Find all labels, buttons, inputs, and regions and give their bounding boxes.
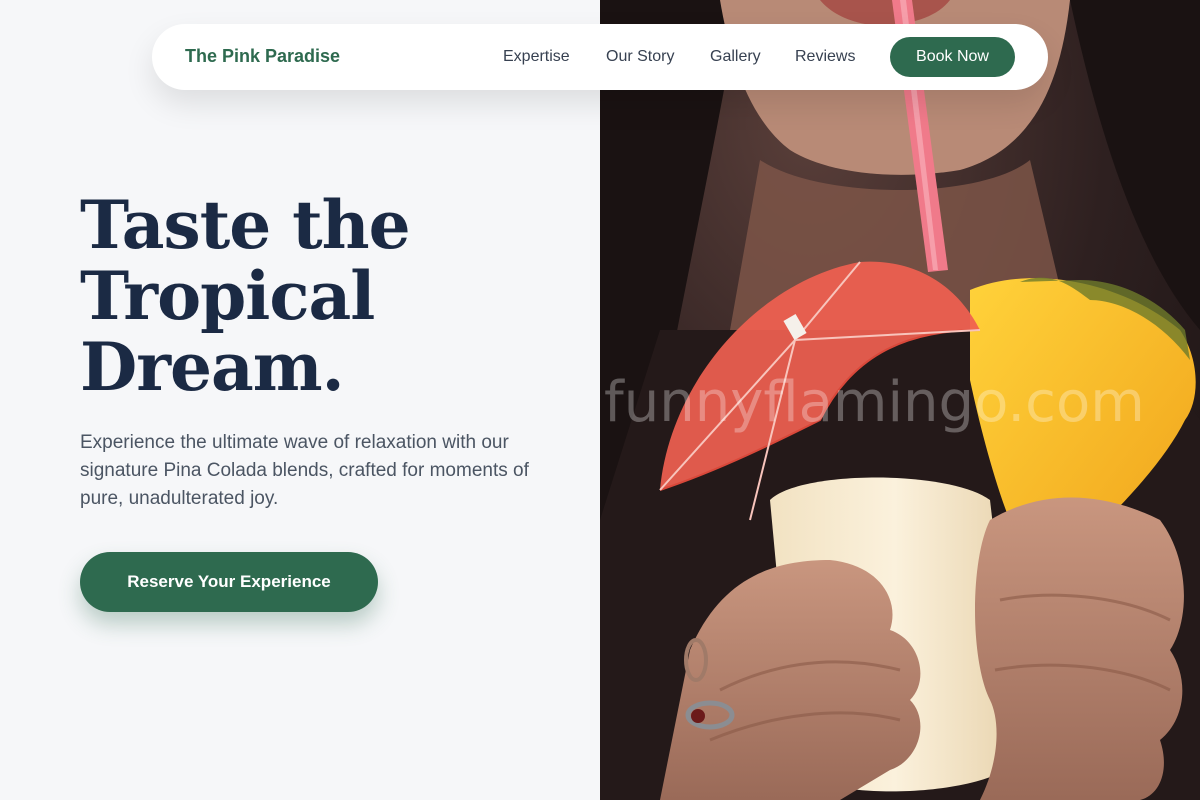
hero-headline: Taste the Tropical Dream.: [80, 190, 560, 403]
nav-link-expertise[interactable]: Expertise: [503, 48, 570, 66]
reserve-experience-button[interactable]: Reserve Your Experience: [80, 552, 378, 612]
headline-line-3: Dream.: [80, 328, 345, 406]
top-navbar: The Pink Paradise Expertise Our Story Ga…: [152, 24, 1048, 90]
headline-line-1: Taste the: [80, 186, 411, 264]
hero-photo: funnyflamingo.com: [600, 0, 1200, 800]
watermark-text: funnyflamingo.com: [604, 370, 1145, 435]
headline-line-2: Tropical: [80, 257, 375, 335]
nav-link-gallery[interactable]: Gallery: [710, 48, 761, 66]
brand-logo-link[interactable]: The Pink Paradise: [185, 46, 340, 67]
nav-link-our-story[interactable]: Our Story: [606, 48, 674, 66]
book-now-button[interactable]: Book Now: [890, 37, 1015, 77]
hero-subtext: Experience the ultimate wave of relaxati…: [80, 432, 529, 509]
hero-section: Taste the Tropical Dream. Experience the…: [0, 0, 600, 800]
nav-link-reviews[interactable]: Reviews: [795, 48, 855, 66]
